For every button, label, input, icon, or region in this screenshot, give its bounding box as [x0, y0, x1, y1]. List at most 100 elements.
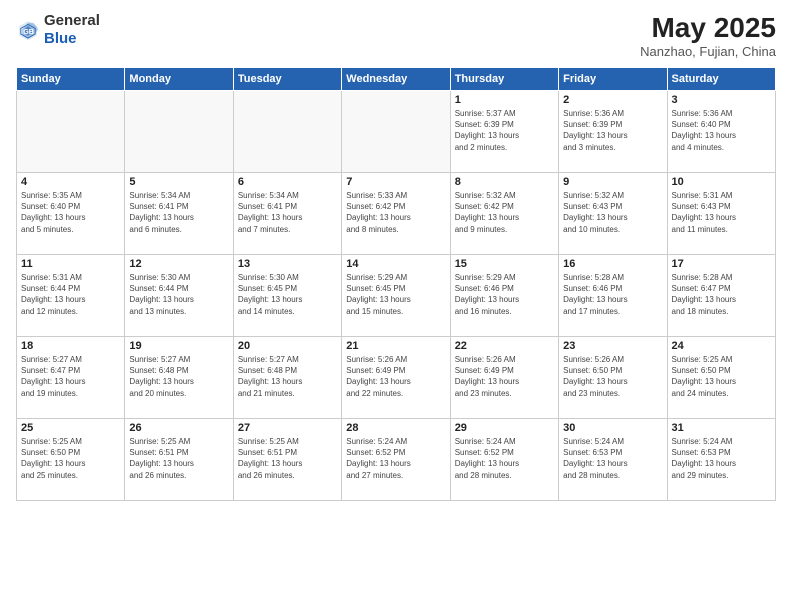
day-info: Sunrise: 5:24 AM Sunset: 6:52 PM Dayligh…: [455, 436, 554, 481]
day-info: Sunrise: 5:25 AM Sunset: 6:51 PM Dayligh…: [129, 436, 228, 481]
calendar-cell: 6 Sunrise: 5:34 AM Sunset: 6:41 PM Daylig…: [233, 173, 341, 255]
day-info: Sunrise: 5:26 AM Sunset: 6:49 PM Dayligh…: [455, 354, 554, 399]
day-number: 29: [455, 422, 554, 434]
day-number: 15: [455, 258, 554, 270]
day-info: Sunrise: 5:24 AM Sunset: 6:52 PM Dayligh…: [346, 436, 445, 481]
page: GB General Blue May 2025 Nanzhao, Fujian…: [0, 0, 792, 612]
calendar-cell: 5 Sunrise: 5:34 AM Sunset: 6:41 PM Daylig…: [125, 173, 233, 255]
day-number: 3: [672, 94, 771, 106]
day-info: Sunrise: 5:24 AM Sunset: 6:53 PM Dayligh…: [672, 436, 771, 481]
logo: GB General Blue: [16, 12, 100, 48]
day-number: 6: [238, 176, 337, 188]
day-number: 19: [129, 340, 228, 352]
day-number: 20: [238, 340, 337, 352]
day-number: 25: [21, 422, 120, 434]
day-info: Sunrise: 5:29 AM Sunset: 6:45 PM Dayligh…: [346, 272, 445, 317]
day-number: 11: [21, 258, 120, 270]
calendar-cell: 18Sunrise: 5:27 AM Sunset: 6:47 PM Dayli…: [17, 337, 125, 419]
day-number: 28: [346, 422, 445, 434]
calendar-cell: 2Sunrise: 5:36 AM Sunset: 6:39 PM Daylig…: [559, 91, 667, 173]
col-thursday: Thursday: [450, 68, 558, 91]
day-info: Sunrise: 5:35 AM Sunset: 6:40 PM Dayligh…: [21, 190, 120, 235]
logo-text: General Blue: [44, 12, 100, 48]
calendar-cell: 27 Sunrise: 5:25 AM Sunset: 6:51 PM Dayli…: [233, 419, 341, 501]
day-info: Sunrise: 5:31 AM Sunset: 6:43 PM Dayligh…: [672, 190, 771, 235]
day-info: Sunrise: 5:29 AM Sunset: 6:46 PM Dayligh…: [455, 272, 554, 317]
location: Nanzhao, Fujian, China: [640, 44, 776, 59]
day-info: Sunrise: 5:37 AM Sunset: 6:39 PM Dayligh…: [455, 108, 554, 153]
day-info: Sunrise: 5:28 AM Sunset: 6:46 PM Dayligh…: [563, 272, 662, 317]
day-info: Sunrise: 5:28 AM Sunset: 6:47 PM Dayligh…: [672, 272, 771, 317]
header: GB General Blue May 2025 Nanzhao, Fujian…: [16, 12, 776, 59]
calendar-cell: [233, 91, 341, 173]
calendar-cell: 30Sunrise: 5:24 AM Sunset: 6:53 PM Dayli…: [559, 419, 667, 501]
day-number: 27: [238, 422, 337, 434]
calendar-cell: 15 Sunrise: 5:29 AM Sunset: 6:46 PM Dayli…: [450, 255, 558, 337]
day-info: Sunrise: 5:25 AM Sunset: 6:50 PM Dayligh…: [672, 354, 771, 399]
col-tuesday: Tuesday: [233, 68, 341, 91]
logo-general: General: [44, 12, 100, 29]
day-number: 10: [672, 176, 771, 188]
calendar-header-row: Sunday Monday Tuesday Wednesday Thursday…: [17, 68, 776, 91]
calendar-cell: 31 Sunrise: 5:24 AM Sunset: 6:53 PM Dayli…: [667, 419, 775, 501]
day-number: 23: [563, 340, 662, 352]
calendar-cell: 19 Sunrise: 5:27 AM Sunset: 6:48 PM Dayli…: [125, 337, 233, 419]
day-info: Sunrise: 5:36 AM Sunset: 6:40 PM Dayligh…: [672, 108, 771, 153]
day-number: 21: [346, 340, 445, 352]
day-number: 26: [129, 422, 228, 434]
calendar-cell: [342, 91, 450, 173]
day-info: Sunrise: 5:26 AM Sunset: 6:50 PM Dayligh…: [563, 354, 662, 399]
calendar-cell: 26 Sunrise: 5:25 AM Sunset: 6:51 PM Dayli…: [125, 419, 233, 501]
logo-blue: Blue: [44, 30, 77, 47]
col-sunday: Sunday: [17, 68, 125, 91]
day-info: Sunrise: 5:25 AM Sunset: 6:51 PM Dayligh…: [238, 436, 337, 481]
day-info: Sunrise: 5:32 AM Sunset: 6:42 PM Dayligh…: [455, 190, 554, 235]
col-saturday: Saturday: [667, 68, 775, 91]
day-number: 4: [21, 176, 120, 188]
col-friday: Friday: [559, 68, 667, 91]
calendar-cell: 16 Sunrise: 5:28 AM Sunset: 6:46 PM Dayli…: [559, 255, 667, 337]
calendar-cell: 28 Sunrise: 5:24 AM Sunset: 6:52 PM Dayli…: [342, 419, 450, 501]
day-number: 2: [563, 94, 662, 106]
day-number: 24: [672, 340, 771, 352]
day-number: 16: [563, 258, 662, 270]
day-info: Sunrise: 5:33 AM Sunset: 6:42 PM Dayligh…: [346, 190, 445, 235]
day-info: Sunrise: 5:30 AM Sunset: 6:45 PM Dayligh…: [238, 272, 337, 317]
week-row-3: 11Sunrise: 5:31 AM Sunset: 6:44 PM Dayli…: [17, 255, 776, 337]
week-row-5: 25 Sunrise: 5:25 AM Sunset: 6:50 PM Dayli…: [17, 419, 776, 501]
calendar-cell: 12Sunrise: 5:30 AM Sunset: 6:44 PM Dayli…: [125, 255, 233, 337]
day-info: Sunrise: 5:30 AM Sunset: 6:44 PM Dayligh…: [129, 272, 228, 317]
day-info: Sunrise: 5:34 AM Sunset: 6:41 PM Dayligh…: [238, 190, 337, 235]
day-info: Sunrise: 5:27 AM Sunset: 6:48 PM Dayligh…: [238, 354, 337, 399]
col-wednesday: Wednesday: [342, 68, 450, 91]
calendar-cell: 20 Sunrise: 5:27 AM Sunset: 6:48 PM Dayli…: [233, 337, 341, 419]
day-number: 7: [346, 176, 445, 188]
calendar-cell: 17 Sunrise: 5:28 AM Sunset: 6:47 PM Dayli…: [667, 255, 775, 337]
calendar-cell: [125, 91, 233, 173]
day-number: 17: [672, 258, 771, 270]
calendar-cell: 22Sunrise: 5:26 AM Sunset: 6:49 PM Dayli…: [450, 337, 558, 419]
calendar-cell: 13 Sunrise: 5:30 AM Sunset: 6:45 PM Dayli…: [233, 255, 341, 337]
day-info: Sunrise: 5:27 AM Sunset: 6:47 PM Dayligh…: [21, 354, 120, 399]
day-info: Sunrise: 5:25 AM Sunset: 6:50 PM Dayligh…: [21, 436, 120, 481]
calendar-cell: 24 Sunrise: 5:25 AM Sunset: 6:50 PM Dayli…: [667, 337, 775, 419]
day-number: 5: [129, 176, 228, 188]
day-info: Sunrise: 5:27 AM Sunset: 6:48 PM Dayligh…: [129, 354, 228, 399]
day-number: 9: [563, 176, 662, 188]
day-info: Sunrise: 5:34 AM Sunset: 6:41 PM Dayligh…: [129, 190, 228, 235]
calendar-cell: 1Sunrise: 5:37 AM Sunset: 6:39 PM Daylig…: [450, 91, 558, 173]
col-monday: Monday: [125, 68, 233, 91]
month-year: May 2025: [640, 12, 776, 44]
day-number: 30: [563, 422, 662, 434]
day-number: 13: [238, 258, 337, 270]
week-row-4: 18Sunrise: 5:27 AM Sunset: 6:47 PM Dayli…: [17, 337, 776, 419]
title-block: May 2025 Nanzhao, Fujian, China: [640, 12, 776, 59]
calendar-cell: 11Sunrise: 5:31 AM Sunset: 6:44 PM Dayli…: [17, 255, 125, 337]
day-number: 31: [672, 422, 771, 434]
day-number: 14: [346, 258, 445, 270]
calendar-table: Sunday Monday Tuesday Wednesday Thursday…: [16, 67, 776, 501]
calendar-cell: 9Sunrise: 5:32 AM Sunset: 6:43 PM Daylig…: [559, 173, 667, 255]
calendar-cell: 25 Sunrise: 5:25 AM Sunset: 6:50 PM Dayli…: [17, 419, 125, 501]
calendar-cell: 21Sunrise: 5:26 AM Sunset: 6:49 PM Dayli…: [342, 337, 450, 419]
calendar-cell: [17, 91, 125, 173]
